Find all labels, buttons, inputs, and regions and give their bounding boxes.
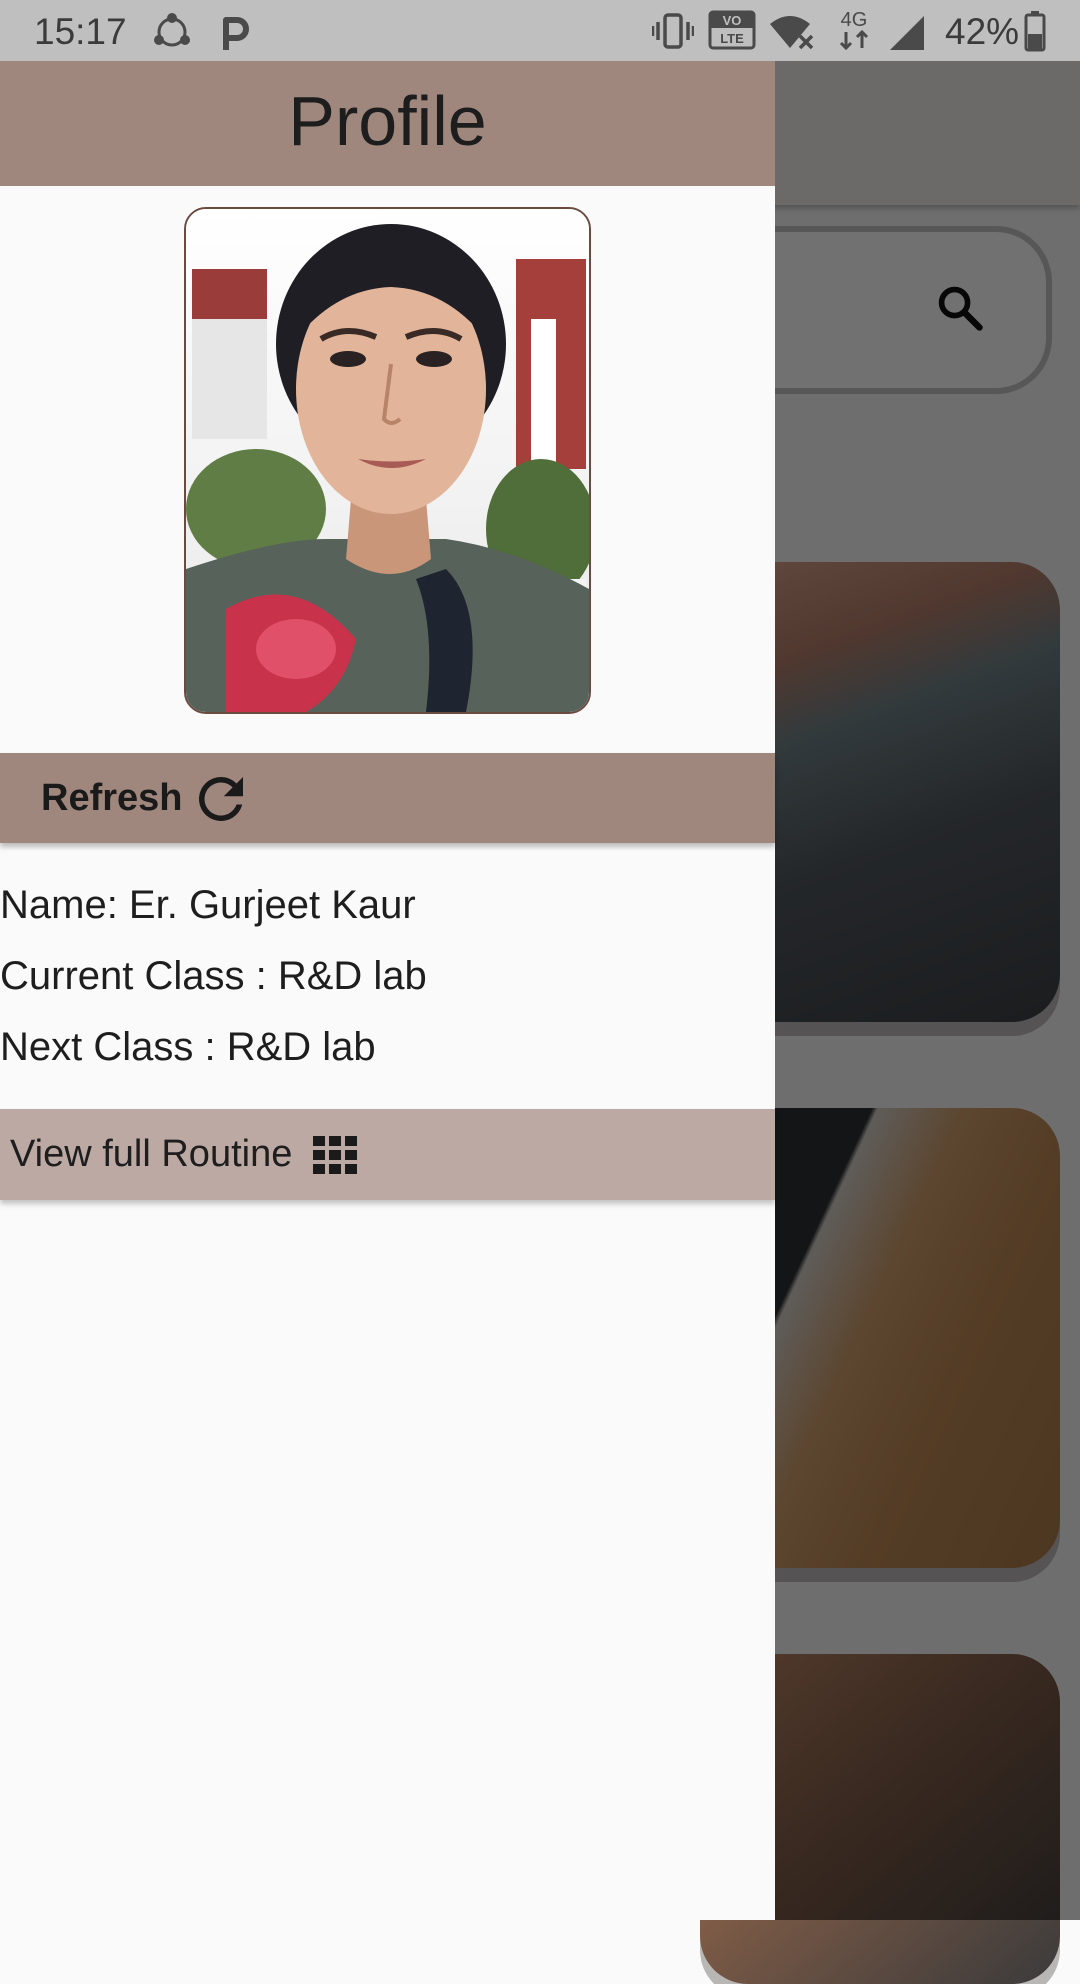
wifi-off-icon [768, 12, 816, 57]
volte-label-top: VO [723, 13, 742, 28]
status-time: 15:17 [34, 11, 127, 52]
drawer-header: Profile [0, 61, 775, 186]
volte-icon: VO LTE [708, 10, 756, 55]
signal-icon [888, 12, 928, 57]
4g-icon: 4G [834, 8, 874, 57]
refresh-icon[interactable] [188, 766, 254, 837]
view-full-routine-button[interactable]: View full Routine [0, 1109, 775, 1200]
teacher-name: Name: Er. Gurjeet Kaur [0, 883, 416, 927]
routine-label: View full Routine [10, 1133, 293, 1175]
refresh-button[interactable]: Refresh [0, 753, 775, 843]
network-label: 4G [841, 9, 868, 31]
refresh-label: Refresh [41, 777, 183, 819]
volte-label-bottom: LTE [720, 31, 744, 46]
p-icon [218, 12, 252, 57]
battery-percent: 42% [945, 11, 1020, 52]
vibrate-icon [651, 12, 695, 55]
status-bar: 15:17 VO LTE 4G 42% [0, 0, 1080, 61]
grid-icon [313, 1136, 357, 1179]
battery-icon [1024, 10, 1046, 57]
navigation-drawer: Profile Refresh Name: Er. Gurjeet Kaur C… [0, 61, 775, 1920]
profile-photo [184, 207, 591, 714]
next-class: Next Class : R&D lab [0, 1025, 376, 1069]
current-class: Current Class : R&D lab [0, 954, 427, 998]
share-icon [150, 12, 194, 57]
drawer-title: Profile [288, 82, 487, 160]
